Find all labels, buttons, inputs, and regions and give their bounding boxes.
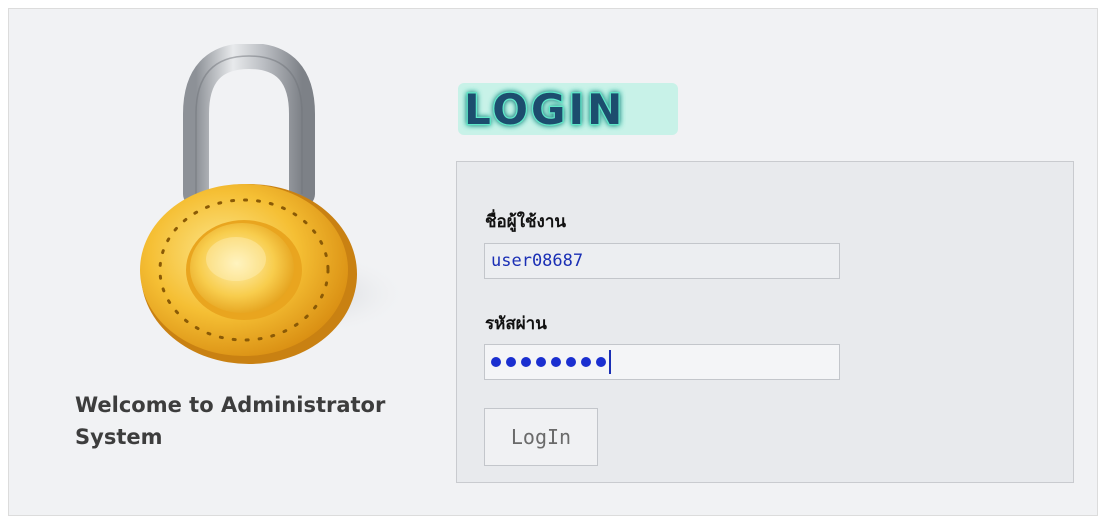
- login-page: Welcome to Administrator System LOGIN ชื…: [0, 0, 1102, 518]
- password-mask-dot: [506, 357, 516, 367]
- password-field[interactable]: [484, 344, 840, 380]
- password-mask-dot: [521, 357, 531, 367]
- padlock-icon: [140, 44, 409, 364]
- login-heading: LOGIN: [458, 83, 678, 135]
- password-mask-dot: [596, 357, 606, 367]
- text-caret: [609, 350, 611, 374]
- username-field[interactable]: user08687: [484, 243, 840, 279]
- password-mask-dot: [491, 357, 501, 367]
- login-form: ชื่อผู้ใช้งาน user08687 รหัสผ่าน LogIn: [456, 161, 1074, 483]
- username-label: ชื่อผู้ใช้งาน: [485, 212, 567, 232]
- login-panel: Welcome to Administrator System LOGIN ชื…: [8, 8, 1098, 516]
- login-heading-text: LOGIN: [464, 85, 625, 134]
- password-mask: [491, 357, 606, 367]
- login-button[interactable]: LogIn: [484, 408, 598, 466]
- welcome-message: Welcome to Administrator System: [75, 393, 386, 449]
- password-mask-dot: [536, 357, 546, 367]
- password-label: รหัสผ่าน: [485, 314, 547, 334]
- password-mask-dot: [551, 357, 561, 367]
- password-mask-dot: [581, 357, 591, 367]
- password-mask-dot: [566, 357, 576, 367]
